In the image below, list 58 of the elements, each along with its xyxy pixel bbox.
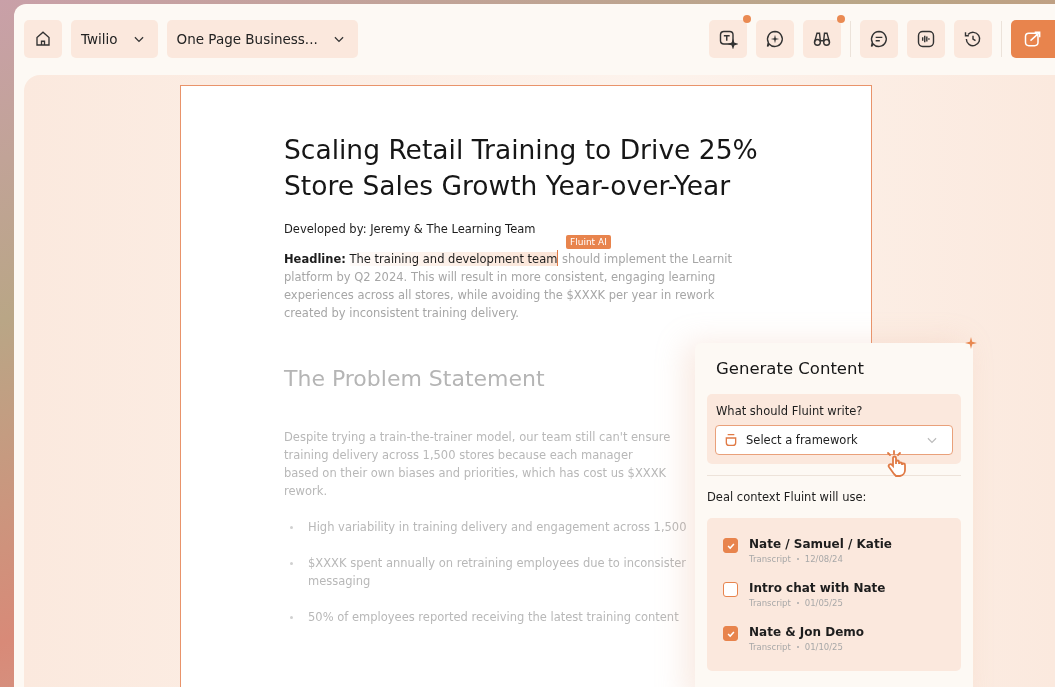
text-ai-button[interactable] (709, 20, 747, 58)
pot-icon (723, 432, 739, 448)
audio-button[interactable] (907, 20, 945, 58)
source-checkbox[interactable] (723, 626, 738, 641)
paragraph-line: rework. (284, 483, 328, 500)
panel-title: Generate Content (716, 359, 865, 378)
section-heading: The Problem Statement (284, 365, 545, 393)
bullet-icon (290, 562, 293, 565)
document-title: Scaling Retail Training to Drive 25% Store Sales Growth Year-over-Year (284, 133, 759, 203)
history-button[interactable] (954, 20, 992, 58)
paragraph-line: based on their own biases and priorities, which has cost us $XXXK (284, 465, 667, 482)
bullet-line: High variability in training delivery and engagement across 1,500 (308, 519, 687, 536)
source-title: Nate / Samuel / Katie (749, 537, 892, 551)
framework-select[interactable]: Select a framework (715, 425, 953, 455)
byline-text: Developed by: Jeremy & The Learning Team (284, 221, 537, 238)
account-dropdown[interactable]: Twilio (71, 20, 158, 58)
share-button[interactable] (1011, 20, 1055, 58)
paragraph-line: Despite trying a train-the-trainer model, our team still can't ensure (284, 429, 671, 446)
headline-paragraph: Headline: The training and development team should implement the Learnit platform by Q2 2024. This will result in more consistent, engaging learning experiences across all stores, while avoiding the $XXXK per year in rework created by inconsistent training delivery. (284, 250, 733, 322)
bullet-icon (290, 616, 293, 619)
text-sparkle-icon (718, 29, 738, 49)
binoculars-button[interactable] (803, 20, 841, 58)
waveform-icon (916, 29, 936, 49)
share-icon (1023, 29, 1043, 49)
bullet-line: 50% of employees reported receiving the latest training content (308, 609, 679, 626)
source-type: Transcript (749, 598, 791, 608)
source-checkbox[interactable] (723, 582, 738, 597)
bullet-line: messaging (308, 573, 371, 590)
chat-sparkle-icon (765, 29, 785, 49)
document-dropdown[interactable]: One Page Business... (166, 20, 358, 58)
source-title: Nate & Jon Demo (749, 625, 865, 639)
bullet-line: $XXXK spent annually on retraining employees due to inconsister (308, 555, 687, 572)
home-icon (34, 30, 52, 48)
source-date: 01/05/25 (804, 598, 843, 608)
context-label: Deal context Fluint will use: (707, 490, 868, 504)
separator-dot-icon (796, 646, 799, 648)
separator-dot-icon (796, 558, 799, 560)
home-button[interactable] (24, 20, 62, 58)
ai-tag: Fluint AI (566, 235, 611, 249)
notification-dot (743, 15, 751, 23)
source-date: 12/08/24 (804, 554, 843, 564)
bullet-icon (290, 526, 293, 529)
separator-dot-icon (796, 602, 799, 604)
history-icon (963, 29, 983, 49)
comment-button[interactable] (860, 20, 898, 58)
binoculars-icon (812, 29, 832, 49)
notification-dot (837, 15, 845, 23)
pointer-hand-icon (884, 450, 908, 478)
paragraph-line: training delivery across 1,500 stores because each manager (284, 447, 633, 464)
sparkle-icon (965, 337, 977, 349)
source-checkbox[interactable] (723, 538, 738, 553)
question-label: What should Fluint write? (716, 404, 864, 418)
source-type: Transcript (749, 642, 791, 652)
comment-icon (869, 29, 889, 49)
ai-chat-button[interactable] (756, 20, 794, 58)
source-type: Transcript (749, 554, 791, 564)
source-title: Intro chat with Nate (749, 581, 886, 595)
source-date: 01/10/25 (804, 642, 843, 652)
